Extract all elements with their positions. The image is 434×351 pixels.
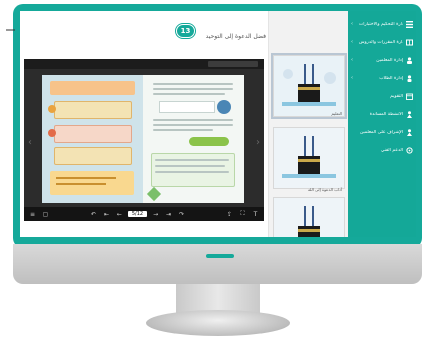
book-page-right	[143, 75, 244, 203]
kaaba-mosque-icon	[274, 198, 344, 237]
next-page-icon[interactable]: →	[151, 211, 160, 218]
sidebar-item-supervision[interactable]: الإشراف على المعلمين	[348, 123, 416, 141]
chevron-left-icon: ‹	[351, 57, 353, 63]
menu-icon[interactable]: ≡	[28, 211, 37, 218]
text-icon[interactable]: T	[251, 211, 260, 218]
sidebar-item-students[interactable]: إدارة الطلاب ‹	[348, 69, 416, 87]
first-page-icon[interactable]: ⇤	[102, 211, 111, 218]
fullscreen-icon[interactable]: ⛶	[238, 210, 247, 218]
step-number-badge: 13	[176, 24, 195, 38]
thumbnail-caption: التعليم	[331, 111, 342, 116]
sidebar: إدارة التحكيم والاختبارات ‹ إدارة المقرر…	[348, 11, 416, 237]
previous-page-icon[interactable]: ←	[115, 211, 124, 218]
list-icon	[406, 20, 413, 28]
student-icon	[406, 74, 413, 82]
kaaba-mosque-icon	[274, 56, 344, 116]
monitor-power-indicator	[206, 254, 234, 258]
viewer-header	[24, 59, 264, 69]
sidebar-item-teachers[interactable]: إدارة المعلمين ‹	[348, 51, 416, 69]
person-icon	[406, 110, 413, 118]
chevron-left-icon: ‹	[351, 39, 353, 45]
calendar-icon	[406, 93, 413, 100]
sidebar-item-courses[interactable]: إدارة المقررات والدروس ‹	[348, 33, 416, 51]
monitor-stand-base	[146, 310, 290, 336]
chevron-left-icon: ‹	[351, 75, 353, 81]
teacher-icon	[406, 56, 413, 64]
chevron-left-icon: ‹	[351, 21, 353, 27]
undo-icon[interactable]: ↶	[89, 211, 98, 218]
next-page-arrow-icon[interactable]: ›	[256, 137, 260, 148]
monitor-chin	[13, 244, 422, 284]
sidebar-item-activities[interactable]: الأنشطة المساندة	[348, 105, 416, 123]
sidebar-item-exams[interactable]: إدارة التحكيم والاختبارات ‹	[348, 15, 416, 33]
kaaba-mosque-icon	[274, 128, 344, 188]
book-viewer: ‹ ›	[24, 59, 264, 207]
thumbnail-item[interactable]	[273, 197, 345, 237]
sidebar-item-calendar[interactable]: التقويم	[348, 87, 416, 105]
page-indicator[interactable]: 5/12	[127, 211, 148, 217]
prev-page-arrow-icon[interactable]: ‹	[28, 137, 32, 148]
redo-icon[interactable]: ↷	[177, 211, 186, 218]
viewer-toolbar: ≡ ▢ ↶ ⇤ ← 5/12 → ⇥ ↷ ⇪ ⛶ T	[24, 207, 264, 221]
thumbnail-caption: آداب الدعوة إلى الله	[307, 187, 342, 192]
supervisor-icon	[406, 128, 413, 136]
book-page-left	[42, 75, 143, 203]
thumbnail-item[interactable]	[273, 127, 345, 189]
last-page-icon[interactable]: ⇥	[164, 211, 173, 218]
thumbnail-item[interactable]	[271, 53, 347, 119]
viewer-search-input[interactable]	[208, 61, 258, 67]
support-icon	[406, 146, 413, 154]
sidebar-item-support[interactable]: الدعم الفني	[348, 141, 416, 159]
book-spread	[42, 75, 244, 203]
book-icon	[406, 39, 413, 46]
app-screen: فضل الدعوة إلى التوحيد ‹ › ≡ ▢ ↶ ⇤ ← 5/1…	[20, 11, 416, 237]
grid-icon[interactable]: ▢	[41, 211, 50, 218]
page-title: فضل الدعوة إلى التوحيد	[205, 33, 266, 40]
thumbnail-list: التعليم آداب الدعوة إلى الله	[268, 11, 348, 237]
share-icon[interactable]: ⇪	[225, 211, 234, 218]
